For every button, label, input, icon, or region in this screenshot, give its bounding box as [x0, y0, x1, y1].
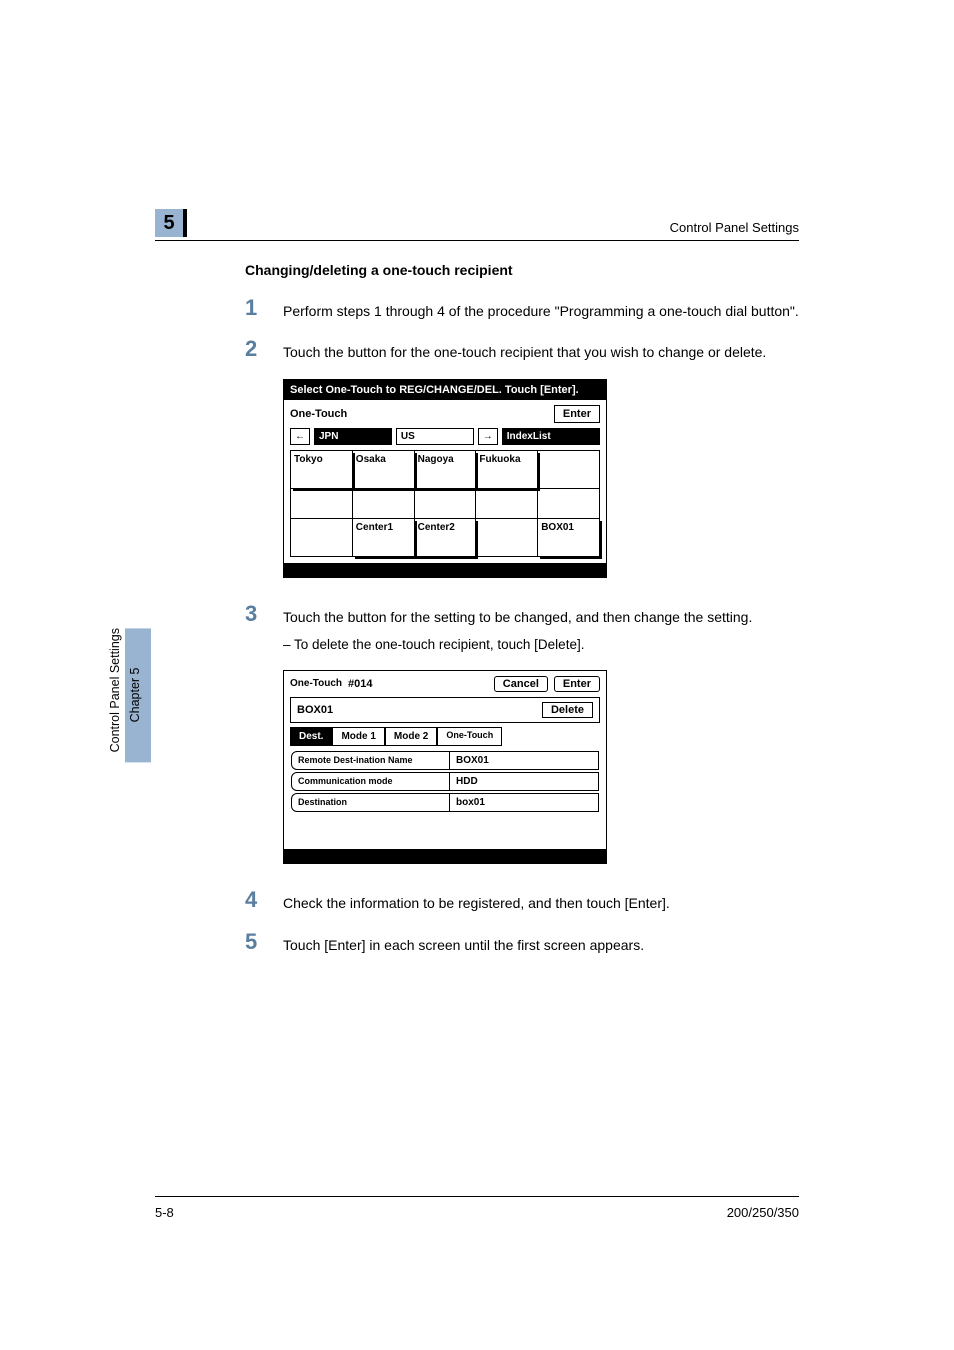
- step-number: 3: [245, 602, 265, 655]
- footer-rule: [155, 1196, 799, 1197]
- grid-cell[interactable]: [291, 489, 353, 519]
- enter-button[interactable]: Enter: [554, 405, 600, 423]
- arrow-right-button[interactable]: →: [478, 428, 498, 445]
- tab-jpn[interactable]: JPN: [314, 428, 392, 445]
- grid-cell-center2[interactable]: Center2: [415, 519, 477, 557]
- step-text: Perform steps 1 through 4 of the procedu…: [283, 296, 799, 321]
- grid-cell-fukuoka[interactable]: Fukuoka: [476, 451, 538, 489]
- grid-cell[interactable]: [291, 519, 353, 557]
- row-label-remote-name[interactable]: Remote Dest-ination Name: [291, 751, 450, 770]
- side-tab-chapter: Chapter 5: [125, 628, 151, 762]
- header-rule: [155, 240, 799, 241]
- step-number: 4: [245, 888, 265, 913]
- step-4: 4 Check the information to be registered…: [245, 888, 799, 913]
- panel-title: One-Touch: [290, 408, 347, 420]
- step-5: 5 Touch [Enter] in each screen until the…: [245, 930, 799, 955]
- arrow-left-icon: ←: [295, 431, 305, 441]
- arrow-left-button[interactable]: ←: [290, 428, 310, 445]
- step-number: 2: [245, 337, 265, 362]
- cancel-button[interactable]: Cancel: [494, 676, 548, 692]
- chapter-number-box: 5: [155, 209, 187, 237]
- section-heading: Changing/deleting a one-touch recipient: [245, 262, 799, 278]
- grid-cell-center1[interactable]: Center1: [353, 519, 415, 557]
- side-tab: Control Panel Settings Chapter 5: [105, 628, 151, 762]
- row-value-remote-name: BOX01: [450, 751, 599, 770]
- header-section-title: Control Panel Settings: [670, 220, 799, 235]
- arrow-right-icon: →: [483, 431, 493, 441]
- grid-cell[interactable]: [476, 489, 538, 519]
- step-text: Touch [Enter] in each screen until the f…: [283, 930, 644, 955]
- grid-cell-nagoya[interactable]: Nagoya: [415, 451, 477, 489]
- panel-title-small: One-Touch: [290, 679, 342, 689]
- step-text: Touch the button for the setting to be c…: [283, 609, 752, 625]
- grid-cell[interactable]: [538, 489, 600, 519]
- box-name: BOX01: [297, 704, 333, 716]
- step-1: 1 Perform steps 1 through 4 of the proce…: [245, 296, 799, 321]
- mode-2-tab[interactable]: Mode 2: [385, 727, 437, 746]
- one-touch-grid: Tokyo Osaka Nagoya Fukuoka Center1 Cente…: [290, 450, 600, 557]
- panel-footer-bar: [284, 563, 606, 577]
- tab-us[interactable]: US: [396, 428, 474, 445]
- grid-cell[interactable]: [415, 489, 477, 519]
- step-text: Check the information to be registered, …: [283, 888, 670, 913]
- step-number: 5: [245, 930, 265, 955]
- step-text: Touch the button for the one-touch recip…: [283, 337, 766, 362]
- step-sub-note: – To delete the one-touch recipient, tou…: [283, 635, 752, 655]
- step-number: 1: [245, 296, 265, 321]
- mode-one-touch-tab[interactable]: One-Touch: [437, 727, 502, 746]
- grid-cell-box01[interactable]: BOX01: [538, 519, 600, 557]
- row-label-comm-mode[interactable]: Communication mode: [291, 772, 450, 791]
- grid-cell-osaka[interactable]: Osaka: [353, 451, 415, 489]
- lcd-panel-one-touch-edit: One-Touch #014 Cancel Enter BOX01 Delete…: [283, 670, 799, 864]
- row-value-comm-mode: HDD: [450, 772, 599, 791]
- grid-cell[interactable]: [353, 489, 415, 519]
- page-number: 5-8: [155, 1205, 174, 1220]
- grid-cell[interactable]: [538, 451, 600, 489]
- side-tab-section: Control Panel Settings: [105, 628, 125, 762]
- row-value-destination: box01: [450, 793, 599, 812]
- row-label-destination[interactable]: Destination: [291, 793, 450, 812]
- panel-entry-number: #014: [348, 678, 372, 690]
- mode-dest-tab[interactable]: Dest.: [290, 727, 332, 746]
- grid-cell-tokyo[interactable]: Tokyo: [291, 451, 353, 489]
- delete-button[interactable]: Delete: [542, 702, 593, 718]
- model-number: 200/250/350: [727, 1205, 799, 1220]
- step-3: 3 Touch the button for the setting to be…: [245, 602, 799, 655]
- enter-button[interactable]: Enter: [554, 676, 600, 692]
- panel-footer-bar: [284, 849, 606, 863]
- mode-1-tab[interactable]: Mode 1: [332, 727, 384, 746]
- index-list-button[interactable]: IndexList: [502, 428, 600, 445]
- grid-cell[interactable]: [476, 519, 538, 557]
- step-2: 2 Touch the button for the one-touch rec…: [245, 337, 799, 362]
- panel-instruction: Select One-Touch to REG/CHANGE/DEL. Touc…: [284, 380, 606, 400]
- lcd-panel-one-touch-select: Select One-Touch to REG/CHANGE/DEL. Touc…: [283, 379, 799, 578]
